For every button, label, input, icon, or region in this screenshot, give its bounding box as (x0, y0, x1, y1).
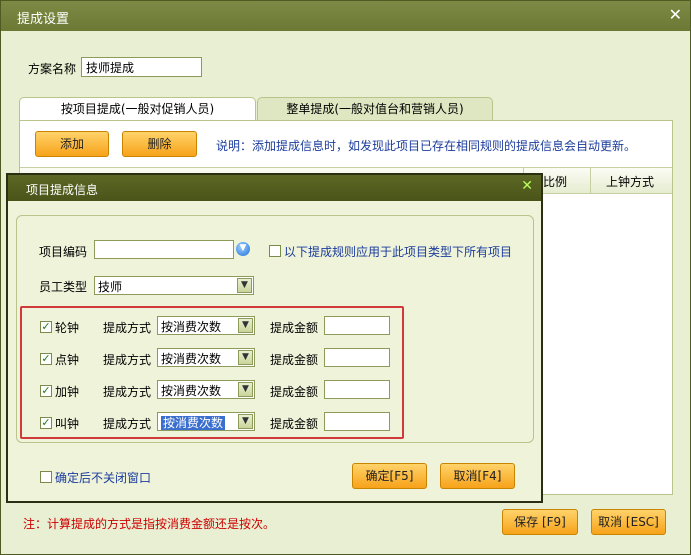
item-picker-icon[interactable]: ▼ (236, 242, 250, 256)
amount-label: 提成金额 (270, 353, 319, 367)
row-checkbox-jiaozhong[interactable]: ✓ (40, 417, 52, 429)
row-checkbox-dianzhong[interactable]: ✓ (40, 353, 52, 365)
staff-type-select[interactable]: 技师 ▼ (94, 276, 254, 295)
amount-label: 提成金额 (270, 385, 319, 399)
save-button[interactable]: 保存 [F9] (502, 509, 578, 535)
tab-by-item[interactable]: 按项目提成(一般对促销人员) (19, 97, 256, 121)
amount-input[interactable] (324, 380, 390, 399)
window-title-bar: 提成设置 ✕ (1, 1, 690, 31)
cancel-button[interactable]: 取消 [ESC] (591, 509, 666, 535)
row-name: 加钟 (55, 385, 80, 399)
column-clock-mode[interactable]: 上钟方式 (606, 173, 654, 190)
mode-select[interactable]: 按消费次数 ▼ (157, 412, 255, 431)
tab-whole-order[interactable]: 整单提成(一般对值台和营销人员) (257, 97, 493, 121)
amount-input[interactable] (324, 348, 390, 367)
mode-value: 按消费次数 (161, 384, 222, 398)
amount-input[interactable] (324, 412, 390, 431)
mode-value: 按消费次数 (161, 352, 222, 366)
row-checkbox-jiazhong[interactable]: ✓ (40, 385, 52, 397)
amount-input[interactable] (324, 316, 390, 335)
chevron-down-icon[interactable]: ▼ (238, 382, 253, 397)
column-ratio[interactable]: 比例 (543, 173, 567, 190)
mode-label: 提成方式 (103, 353, 152, 367)
mode-value: 按消费次数 (161, 416, 226, 430)
row-name: 点钟 (55, 353, 80, 367)
row-checkbox-lunzhong[interactable]: ✓ (40, 321, 52, 333)
mode-select[interactable]: 按消费次数 ▼ (157, 348, 255, 367)
mode-select[interactable]: 按消费次数 ▼ (157, 316, 255, 335)
dialog-title-bar: 项目提成信息 ✕ (8, 175, 541, 201)
dialog-cancel-button[interactable]: 取消[F4] (440, 463, 515, 489)
instruction-note: 说明：添加提成信息时，如发现此项目已存在相同规则的提成信息会自动更新。 (216, 139, 637, 153)
plan-name-label: 方案名称 (28, 62, 77, 76)
window-title: 提成设置 (17, 12, 70, 27)
mode-select[interactable]: 按消费次数 ▼ (157, 380, 255, 399)
keep-open-checkbox[interactable] (40, 471, 52, 483)
row-name: 叫钟 (55, 417, 80, 431)
dialog-close-icon[interactable]: ✕ (521, 178, 533, 194)
amount-label: 提成金额 (270, 321, 319, 335)
add-button[interactable]: 添加 (35, 131, 109, 157)
confirm-button[interactable]: 确定[F5] (352, 463, 427, 489)
mode-value: 按消费次数 (161, 320, 222, 334)
item-commission-dialog: 项目提成信息 ✕ 项目编码 ▼ 以下提成规则应用于此项目类型下所有项目 员工类型… (6, 173, 543, 503)
chevron-down-icon[interactable]: ▼ (238, 318, 253, 333)
dialog-title: 项目提成信息 (26, 183, 99, 197)
commission-settings-window: 提成设置 ✕ 方案名称 按项目提成(一般对促销人员) 整单提成(一般对值台和营销… (0, 0, 691, 555)
plan-name-input[interactable] (81, 57, 202, 77)
mode-label: 提成方式 (103, 385, 152, 399)
row-name: 轮钟 (55, 321, 80, 335)
staff-type-value: 技师 (98, 280, 123, 294)
chevron-down-icon[interactable]: ▼ (237, 278, 252, 293)
mode-label: 提成方式 (103, 321, 152, 335)
chevron-down-icon[interactable]: ▼ (238, 414, 253, 429)
footer-note: 注：计算提成的方式是指按消费金额还是按次。 (23, 517, 276, 531)
amount-label: 提成金额 (270, 417, 319, 431)
apply-all-label: 以下提成规则应用于此项目类型下所有项目 (284, 245, 513, 259)
item-code-input[interactable] (94, 240, 234, 259)
keep-open-label: 确定后不关闭窗口 (55, 471, 152, 485)
chevron-down-icon[interactable]: ▼ (238, 350, 253, 365)
close-icon[interactable]: ✕ (669, 5, 682, 24)
apply-all-checkbox[interactable] (269, 245, 281, 257)
mode-label: 提成方式 (103, 417, 152, 431)
column-divider (590, 168, 591, 194)
delete-button[interactable]: 删除 (122, 131, 197, 157)
item-code-label: 项目编码 (39, 245, 88, 259)
staff-type-label: 员工类型 (39, 280, 88, 294)
